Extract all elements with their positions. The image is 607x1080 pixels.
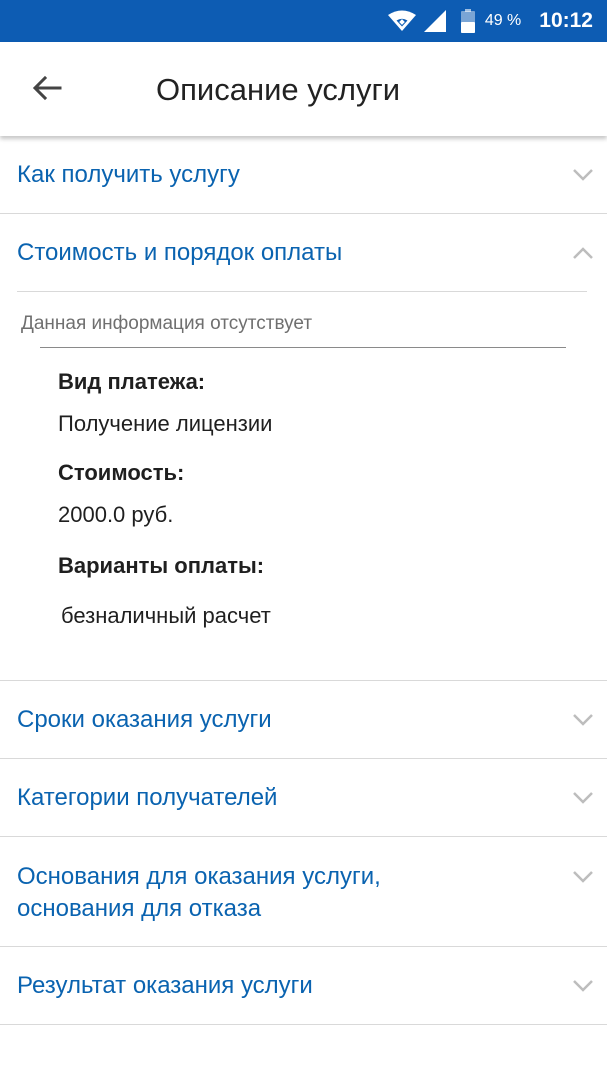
section-title-line: основания для отказа — [17, 895, 262, 922]
page-title: Описание услуги — [156, 72, 401, 107]
section-title: Сроки оказания услуги — [17, 705, 272, 733]
payment-options-value: безналичный расчет — [61, 603, 271, 628]
no-info-underline — [40, 347, 566, 348]
section-title: Категории получателей — [17, 783, 278, 811]
section-how-to-get: Как получить услугу — [0, 136, 607, 214]
status-icons: 49 % 10:12 — [387, 0, 593, 42]
battery-percent: 49 % — [484, 12, 522, 29]
payment-type-label: Вид платежа: — [58, 369, 206, 394]
section-header-terms[interactable]: Сроки оказания услуги — [0, 681, 607, 758]
section-title: Результат оказания услуги — [17, 971, 313, 999]
section-title: Стоимость и порядок оплаты — [17, 238, 343, 266]
battery-icon — [460, 9, 475, 33]
cost-value: 2000.0 руб. — [58, 502, 174, 527]
section-title: Основания для оказания услуги, основания… — [17, 861, 381, 925]
status-time: 10:12 — [539, 9, 593, 32]
section-result: Результат оказания услуги — [0, 947, 607, 1025]
payment-options-label: Варианты оплаты: — [58, 553, 265, 578]
wifi-icon — [387, 10, 417, 32]
chevron-down-icon — [571, 974, 595, 998]
section-recipients: Категории получателей — [0, 759, 607, 837]
cost-label: Стоимость: — [58, 460, 185, 485]
chevron-down-icon — [571, 786, 595, 810]
chevron-down-icon — [571, 163, 595, 187]
section-terms: Сроки оказания услуги — [0, 681, 607, 759]
section-header-how-to-get[interactable]: Как получить услугу — [0, 136, 607, 213]
section-header-grounds[interactable]: Основания для оказания услуги, основания… — [0, 837, 607, 946]
arrow-left-icon — [32, 75, 62, 106]
cost-payment-details: Данная информация отсутствует Вид платеж… — [0, 291, 607, 680]
section-title: Как получить услугу — [17, 160, 240, 188]
service-description: Как получить услугу Стоимость и порядок … — [0, 136, 607, 1025]
section-header-cost-payment[interactable]: Стоимость и порядок оплаты — [0, 214, 607, 291]
no-info-text: Данная информация отсутствует — [21, 313, 313, 334]
status-bar: 49 % 10:12 — [0, 0, 607, 42]
section-grounds: Основания для оказания услуги, основания… — [0, 837, 607, 947]
chevron-down-icon — [571, 865, 595, 889]
section-title-line: Основания для оказания услуги, — [17, 863, 381, 890]
chevron-down-icon — [571, 708, 595, 732]
app-bar: Описание услуги — [0, 42, 607, 136]
section-cost-payment: Стоимость и порядок оплаты Данная информ… — [0, 214, 607, 681]
signal-icon — [423, 9, 447, 33]
inner-divider — [17, 291, 587, 292]
chevron-up-icon — [571, 241, 595, 265]
section-header-result[interactable]: Результат оказания услуги — [0, 947, 607, 1024]
section-header-recipients[interactable]: Категории получателей — [0, 759, 607, 836]
back-button[interactable] — [22, 67, 72, 113]
payment-type-value: Получение лицензии — [58, 411, 273, 436]
